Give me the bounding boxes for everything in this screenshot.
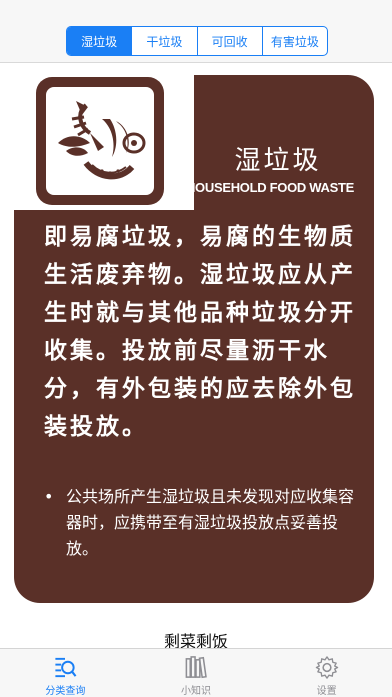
- bottom-tab-bar: 分类查询 小知识 设置: [0, 648, 392, 697]
- gear-icon: [315, 656, 338, 679]
- card-description: 即易腐垃圾，易腐的生物质生活废弃物。湿垃圾应从产生时就与其他品种垃圾分开收集。投…: [44, 224, 356, 440]
- tab-settings[interactable]: 设置: [261, 649, 392, 697]
- food-waste-logo: [36, 77, 164, 205]
- segment-dry-waste[interactable]: 干垃圾: [131, 27, 196, 55]
- category-segmented-control: 湿垃圾 干垃圾 可回收 有害垃圾: [66, 26, 328, 56]
- tab-category-search[interactable]: 分类查询: [0, 649, 131, 697]
- card-note: • 公共场所产生湿垃圾且未发现对应收集容器时，应携带至有湿垃圾投放点妥善投放。: [44, 484, 354, 562]
- top-navigation-bar: 湿垃圾 干垃圾 可回收 有害垃圾: [0, 0, 392, 63]
- tab-category-search-label: 分类查询: [45, 686, 86, 697]
- tab-tips-label: 小知识: [181, 686, 211, 697]
- bullet-icon: •: [44, 487, 54, 506]
- search-list-icon: [55, 657, 77, 678]
- card-title: 湿垃圾: [234, 146, 322, 176]
- food-waste-icon: [58, 101, 146, 180]
- books-icon: [185, 656, 207, 679]
- segment-recyclable[interactable]: 可回收: [196, 27, 262, 55]
- segment-wet-waste[interactable]: 湿垃圾: [67, 27, 132, 55]
- tab-settings-label: 设置: [316, 686, 337, 697]
- card-note-text: 公共场所产生湿垃圾且未发现对应收集容器时，应携带至有湿垃圾投放点妥善投放。: [66, 487, 355, 558]
- segment-hazardous-waste[interactable]: 有害垃圾: [261, 27, 327, 55]
- tab-tips[interactable]: 小知识: [131, 649, 262, 697]
- card-subtitle: HOUSEHOLD FOOD WASTE: [185, 180, 355, 195]
